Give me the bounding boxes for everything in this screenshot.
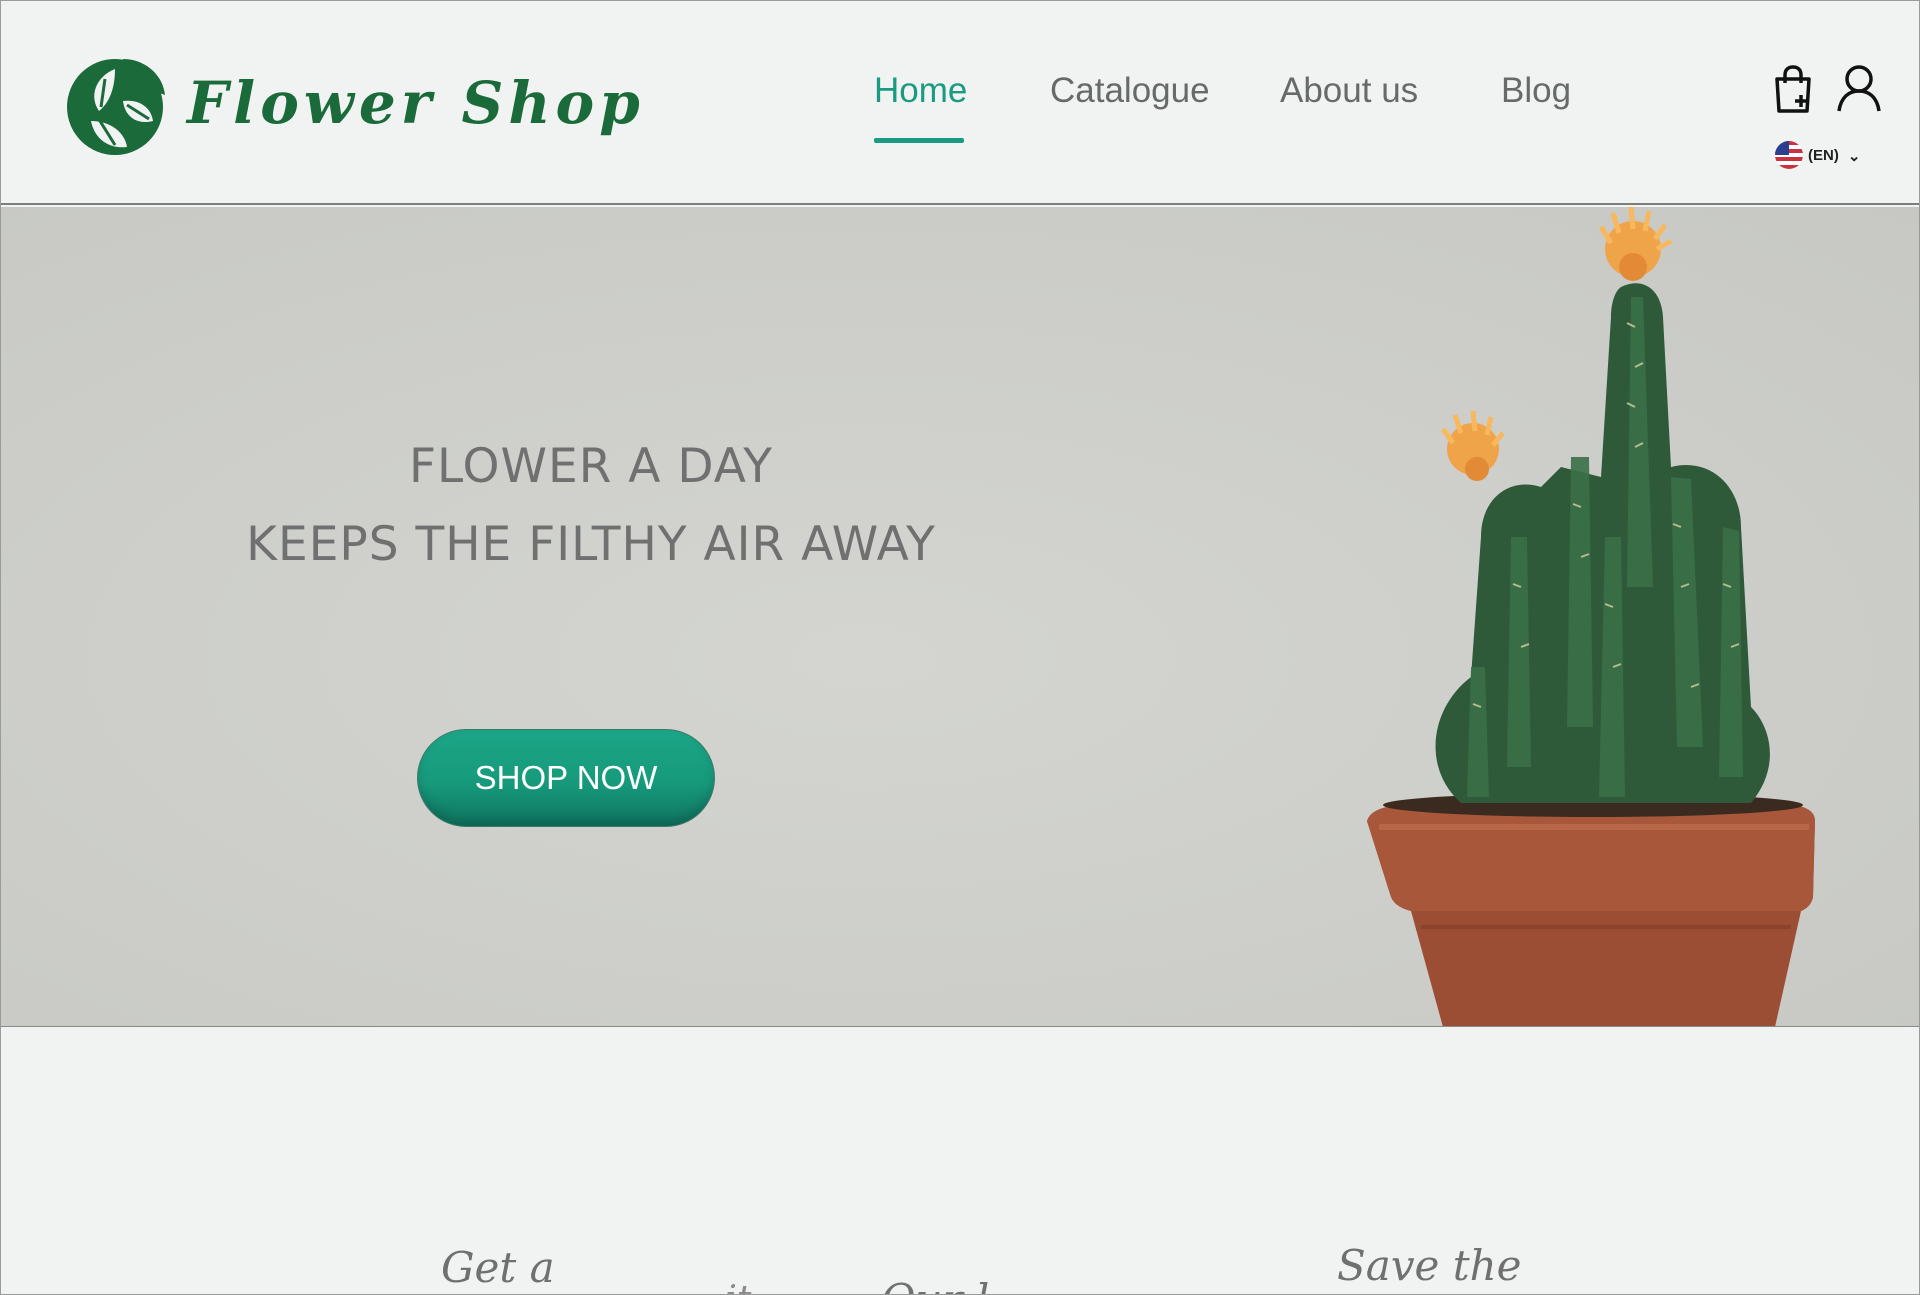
features-section: Get a ...it... Our l... Save the xyxy=(1,1027,1919,1294)
chevron-down-icon: ⌄ xyxy=(1847,148,1861,165)
site-header: Flower Shop Home Catalogue About us Blog… xyxy=(1,1,1919,205)
leaf-logo-icon xyxy=(67,59,165,155)
hero-banner: FLOWER A DAY KEEPS THE FILTHY AIR AWAY S… xyxy=(1,207,1919,1027)
hero-tagline-line2: KEEPS THE FILTHY AIR AWAY xyxy=(246,517,936,572)
hero-tagline-line1: FLOWER A DAY xyxy=(409,439,773,494)
brand-logo-link[interactable]: Flower Shop xyxy=(65,49,645,157)
shop-now-button[interactable]: SHOP NOW xyxy=(417,729,715,827)
feature-title-2: Our l... xyxy=(881,1275,1029,1294)
potted-cactus-image xyxy=(1367,207,1815,1026)
feature-title-1: Get a xyxy=(441,1243,555,1292)
page: Flower Shop Home Catalogue About us Blog… xyxy=(0,0,1920,1295)
feature-title-3: Save the xyxy=(1337,1241,1522,1290)
language-label: (EN) xyxy=(1808,146,1839,164)
shopping-bag-icon[interactable] xyxy=(1771,65,1815,113)
user-icon[interactable] xyxy=(1835,63,1883,113)
nav-about-us[interactable]: About us xyxy=(1280,71,1418,111)
us-flag-icon xyxy=(1775,141,1803,169)
nav-blog[interactable]: Blog xyxy=(1501,71,1571,111)
nav-home[interactable]: Home xyxy=(874,71,967,111)
brand-name: Flower Shop xyxy=(187,69,645,137)
language-selector[interactable]: (EN) ⌄ xyxy=(1775,141,1860,169)
active-nav-indicator xyxy=(874,138,964,143)
nav-catalogue[interactable]: Catalogue xyxy=(1050,71,1210,111)
feature-aside-1: ...it... xyxy=(691,1279,786,1294)
